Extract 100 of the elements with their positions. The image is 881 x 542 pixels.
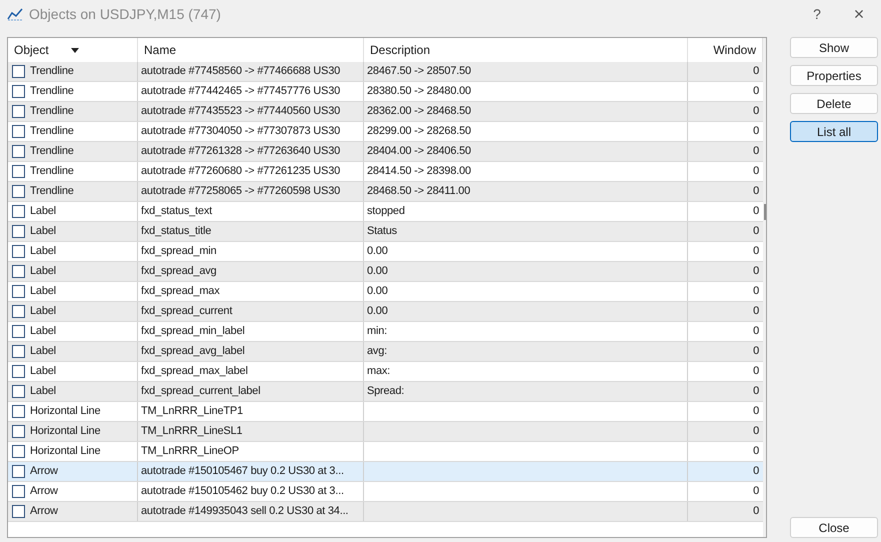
checkbox[interactable] [12, 465, 25, 478]
table-cell-text: 0.00 [367, 264, 388, 280]
checkbox[interactable] [12, 505, 25, 518]
table-row[interactable]: Label fxd_status_text stopped 0 [8, 202, 763, 222]
table-cell-text: 0 [753, 504, 759, 520]
table-cell-text: autotrade #77258065 -> #77260598 US30 [141, 184, 340, 200]
table-cell-text: 0 [753, 144, 759, 160]
checkbox[interactable] [12, 325, 25, 338]
sort-caret-icon [70, 48, 79, 52]
help-button[interactable]: ? [802, 4, 832, 24]
table-cell-text: Spread: [367, 384, 404, 400]
checkbox[interactable] [12, 185, 25, 198]
table-cell-text: 0 [753, 84, 759, 100]
table-row[interactable]: Label fxd_spread_min 0.00 0 [8, 242, 763, 262]
table-row[interactable]: Label fxd_spread_avg_label avg: 0 [8, 342, 763, 362]
checkbox[interactable] [12, 225, 25, 238]
table-row[interactable]: Label fxd_status_title Status 0 [8, 222, 763, 242]
table-cell-text: TM_LnRRR_LineTP1 [141, 404, 243, 420]
table-row[interactable]: Arrow autotrade #149935043 sell 0.2 US30 at 34... 0 [8, 502, 763, 522]
table-cell-text: max: [367, 364, 390, 380]
table-cell-text: stopped [367, 204, 405, 220]
table-row[interactable]: Trendline autotrade #77304050 -> #77307873 US30 28299.00 -> 28268.50 0 [8, 122, 763, 142]
checkbox[interactable] [12, 85, 25, 98]
table-cell-text: 0 [753, 264, 759, 280]
checkbox[interactable] [12, 345, 25, 358]
action-button[interactable]: Show [790, 37, 878, 58]
action-button[interactable]: List all [790, 121, 878, 142]
table-cell-text: Label [30, 324, 56, 340]
table-cell-text: autotrade #149935043 sell 0.2 US30 at 34... [141, 504, 348, 520]
table-row[interactable]: Label fxd_spread_current 0.00 0 [8, 302, 763, 322]
table-cell-text: Arrow [30, 484, 58, 500]
table-cell-text: 0 [753, 204, 759, 220]
table-cell-text: 0 [753, 384, 759, 400]
table-row[interactable]: Label fxd_spread_current_label Spread: 0 [8, 382, 763, 402]
table-row[interactable]: Trendline autotrade #77258065 -> #77260598 US30 28468.50 -> 28411.00 0 [8, 182, 763, 202]
table-cell-text: 0 [753, 64, 759, 80]
table-cell-text: 0.00 [367, 304, 388, 320]
table-row[interactable]: Trendline autotrade #77458560 -> #77466688 US30 28467.50 -> 28507.50 0 [8, 62, 763, 82]
checkbox[interactable] [12, 205, 25, 218]
table-row[interactable]: Trendline autotrade #77435523 -> #77440560 US30 28362.00 -> 28468.50 0 [8, 102, 763, 122]
table-cell-text: 28404.00 -> 28406.50 [367, 144, 471, 160]
table-cell-text: Arrow [30, 464, 58, 480]
table-cell-text: 0 [753, 484, 759, 500]
action-button[interactable]: Properties [790, 65, 878, 86]
checkbox[interactable] [12, 145, 25, 158]
table-row[interactable]: Label fxd_spread_max_label max: 0 [8, 362, 763, 382]
checkbox[interactable] [12, 385, 25, 398]
table-cell-text: fxd_spread_avg_label [141, 344, 245, 360]
table-cell-text: 0 [753, 404, 759, 420]
table-cell-text: Status [367, 224, 397, 240]
checkbox[interactable] [12, 105, 25, 118]
table-row[interactable]: Trendline autotrade #77260680 -> #77261235 US30 28414.50 -> 28398.00 0 [8, 162, 763, 182]
checkbox[interactable] [12, 405, 25, 418]
table-row[interactable]: Trendline autotrade #77442465 -> #77457776 US30 28380.50 -> 28480.00 0 [8, 82, 763, 102]
table-cell-text: 0 [753, 164, 759, 180]
table-cell-text: 0 [753, 224, 759, 240]
checkbox[interactable] [12, 485, 25, 498]
checkbox[interactable] [12, 305, 25, 318]
checkbox[interactable] [12, 425, 25, 438]
table-cell-text: Horizontal Line [30, 444, 100, 460]
table-row[interactable]: Arrow autotrade #150105467 buy 0.2 US30 at 3... 0 [8, 462, 763, 482]
table-cell-text: fxd_spread_min [141, 244, 216, 260]
table-row[interactable]: Horizontal Line TM_LnRRR_LineTP1 0 [8, 402, 763, 422]
table-cell-text: 0 [753, 324, 759, 340]
checkbox[interactable] [12, 165, 25, 178]
table-row[interactable]: Horizontal Line TM_LnRRR_LineOP 0 [8, 442, 763, 462]
table-cell-text: Trendline [30, 144, 74, 160]
close-window-button[interactable]: × [844, 5, 874, 23]
table-row[interactable]: Horizontal Line TM_LnRRR_LineSL1 0 [8, 422, 763, 442]
table-cell-text: 0 [753, 304, 759, 320]
window-title: Objects on USDJPY,M15 (747) [29, 4, 221, 24]
table-row[interactable]: Label fxd_spread_max 0.00 0 [8, 282, 763, 302]
checkbox[interactable] [12, 265, 25, 278]
checkbox[interactable] [12, 445, 25, 458]
checkbox[interactable] [12, 125, 25, 138]
close-button[interactable]: Close [790, 517, 878, 538]
table-cell-text: autotrade #77458560 -> #77466688 US30 [141, 64, 340, 80]
table-row[interactable]: Arrow autotrade #150105462 buy 0.2 US30 at 3... 0 [8, 482, 763, 502]
action-button[interactable]: Delete [790, 93, 878, 114]
table-cell-text: 28414.50 -> 28398.00 [367, 164, 471, 180]
checkbox[interactable] [12, 365, 25, 378]
table-cell-text: fxd_spread_avg [141, 264, 216, 280]
table-cell-text: Label [30, 284, 56, 300]
table-cell-text: 28299.00 -> 28268.50 [367, 124, 471, 140]
table-cell-text: 0 [753, 344, 759, 360]
table-cell-text: min: [367, 324, 387, 340]
checkbox[interactable] [12, 65, 25, 78]
table-row[interactable]: Trendline autotrade #77261328 -> #77263640 US30 28404.00 -> 28406.50 0 [8, 142, 763, 162]
table-cell-text: Trendline [30, 64, 74, 80]
table-row[interactable]: Label fxd_spread_min_label min: 0 [8, 322, 763, 342]
table-cell-text: 0 [753, 284, 759, 300]
checkbox[interactable] [12, 285, 25, 298]
table-cell-text: Horizontal Line [30, 404, 100, 420]
table-row[interactable]: Label fxd_spread_avg 0.00 0 [8, 262, 763, 282]
table-cell-text: Label [30, 244, 56, 260]
table-cell-text: Label [30, 224, 56, 240]
table-cell-text: 0 [753, 184, 759, 200]
scrollbar-thumb[interactable] [764, 204, 766, 220]
checkbox[interactable] [12, 245, 25, 258]
table-cell-text: TM_LnRRR_LineSL1 [141, 424, 242, 440]
